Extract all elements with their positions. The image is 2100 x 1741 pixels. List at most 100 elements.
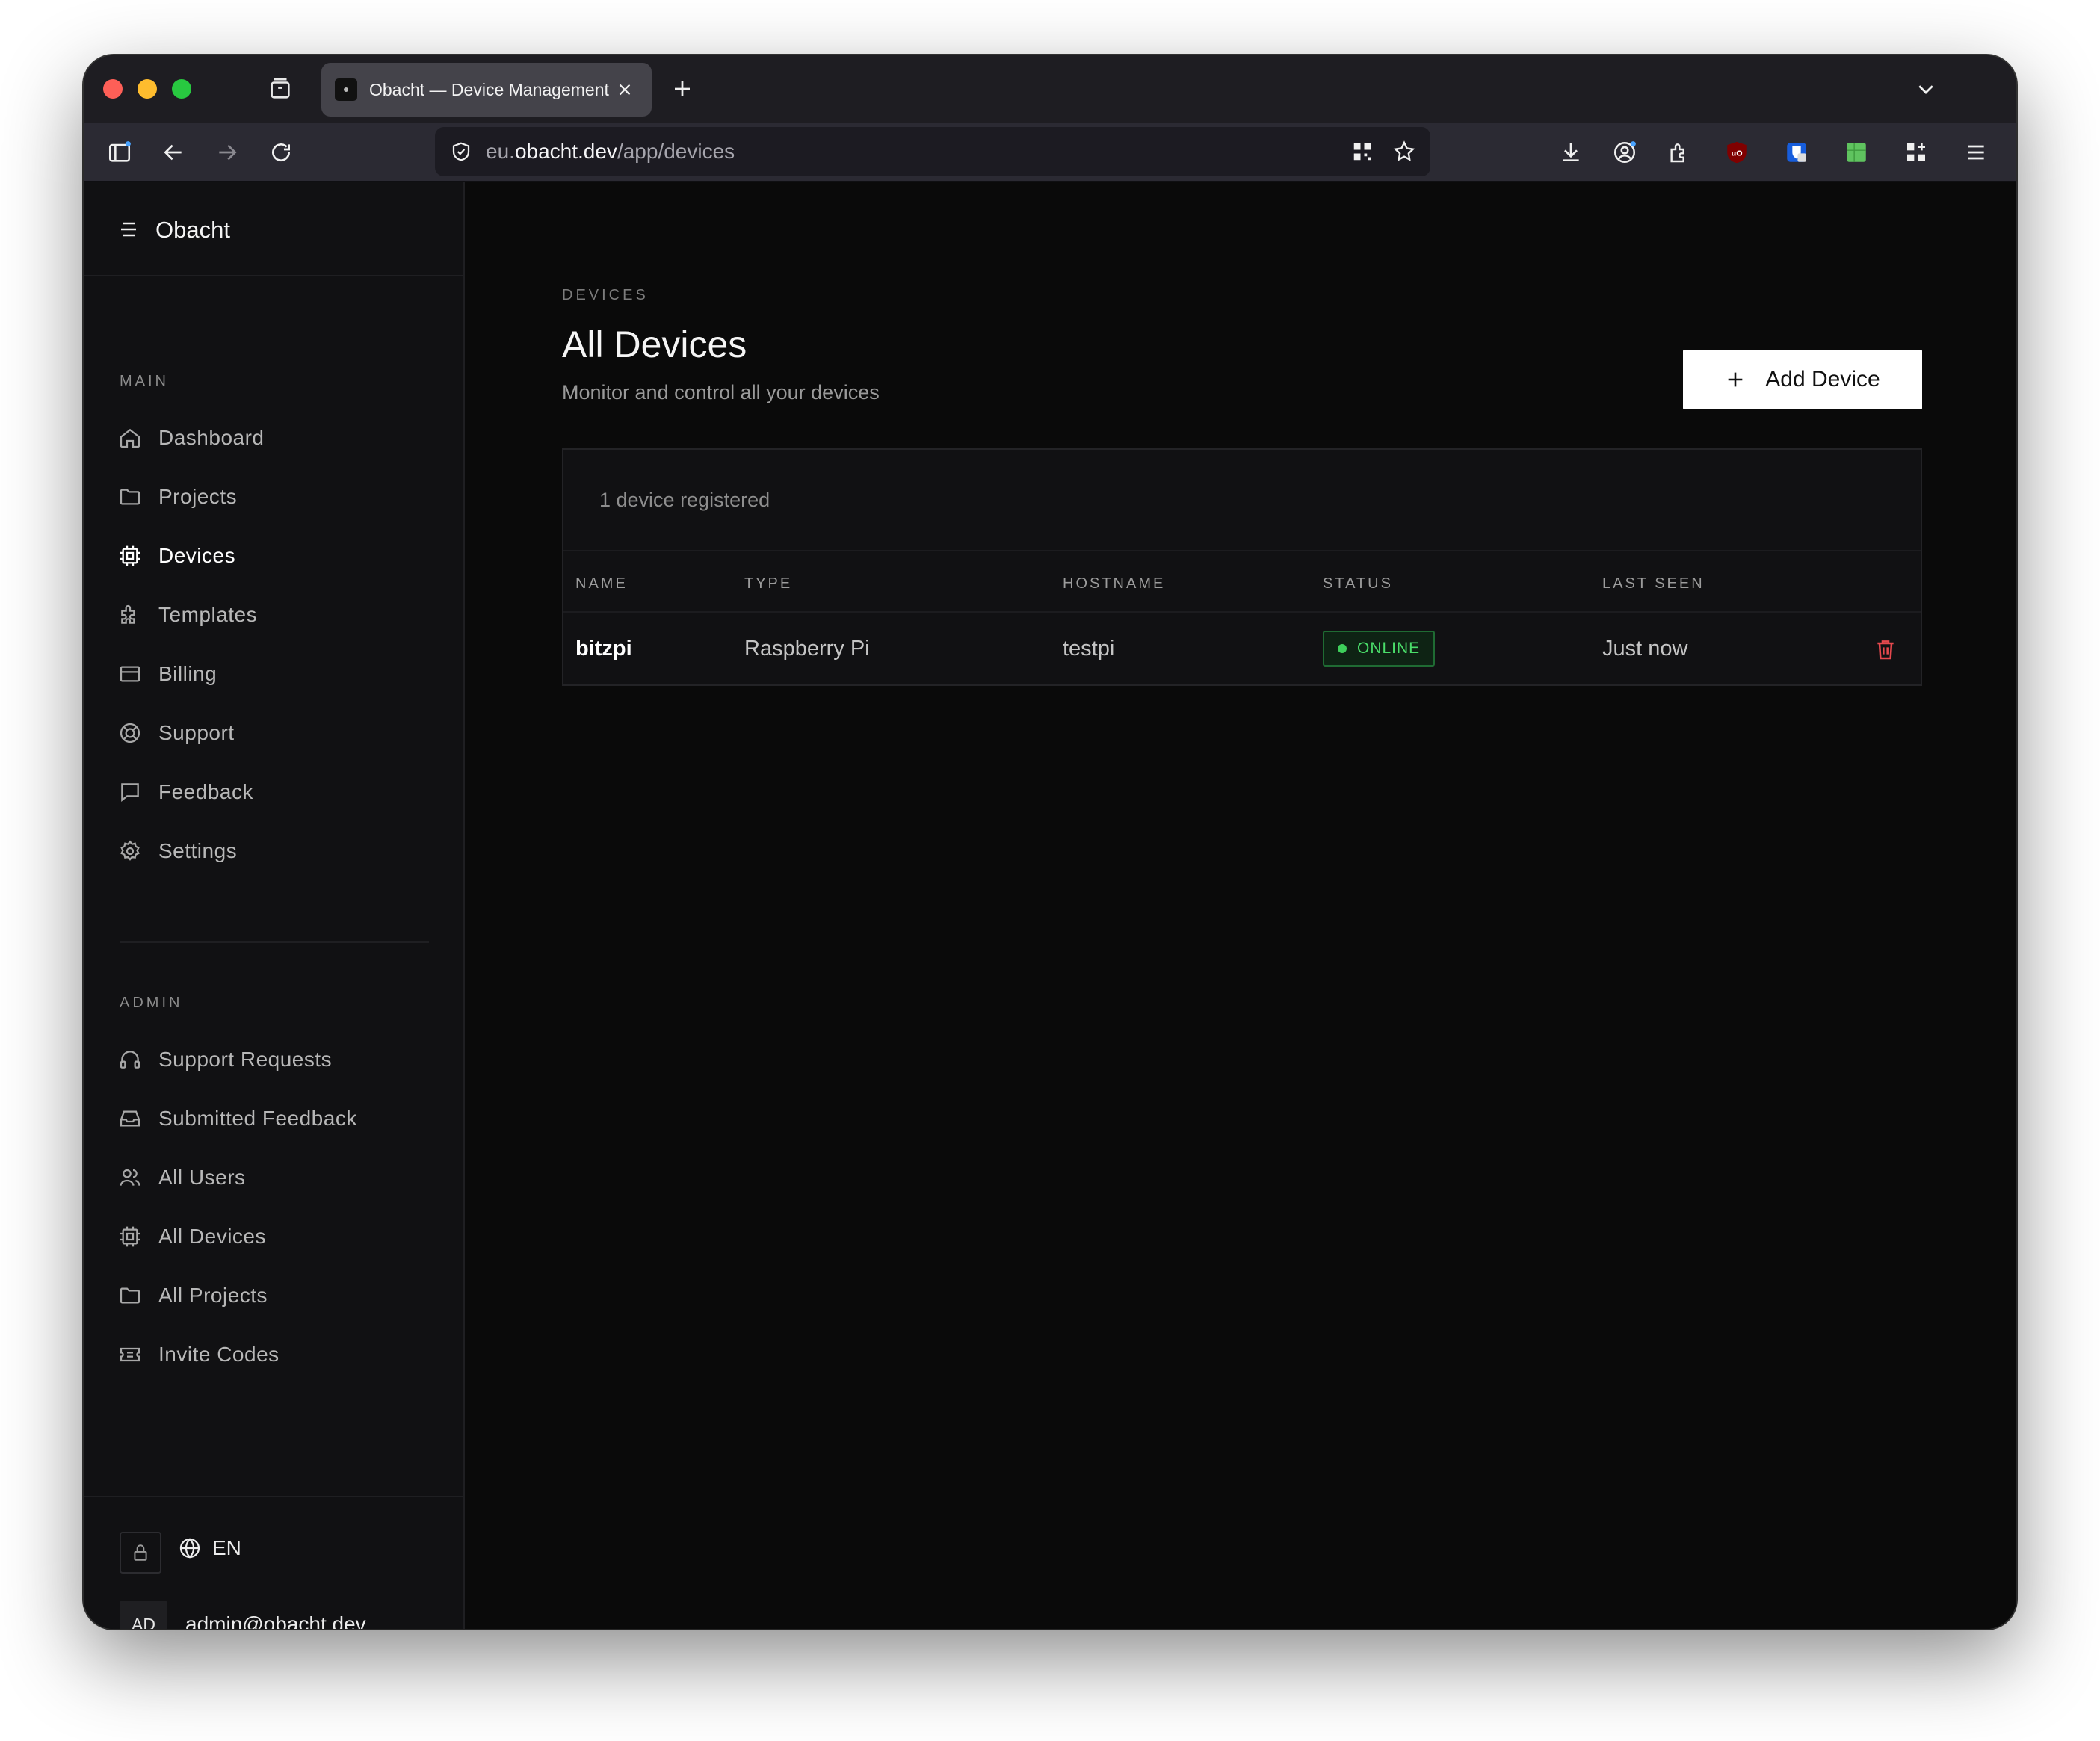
globe-icon — [179, 1538, 200, 1559]
credit-card-icon — [117, 661, 143, 687]
sidebar-item-label: All Projects — [158, 1284, 268, 1307]
sidebar-item-label: Dashboard — [158, 426, 265, 449]
status-dot-icon — [1338, 644, 1347, 653]
chip-icon — [117, 542, 143, 569]
close-tab-icon[interactable] — [611, 76, 638, 103]
close-window-button[interactable] — [103, 79, 123, 99]
sidebar-item-support-requests[interactable]: Support Requests — [117, 1036, 430, 1083]
sidebar-item-dashboard[interactable]: Dashboard — [117, 414, 430, 462]
column-header-status[interactable]: STATUS — [1323, 575, 1393, 593]
table-header: NAME TYPE HOSTNAME STATUS LAST SEEN — [563, 551, 1921, 613]
language-label: EN — [212, 1536, 241, 1559]
brand[interactable]: Obacht — [84, 182, 463, 276]
tab-strip: Obacht — Device Management — [84, 55, 2016, 123]
sidebar-item-feedback[interactable]: Feedback — [117, 768, 430, 816]
section-label-main: MAIN — [120, 373, 169, 389]
sidebar-item-all-devices[interactable]: All Devices — [117, 1213, 430, 1261]
column-header-name[interactable]: NAME — [575, 575, 628, 593]
page-title: All Devices — [562, 324, 747, 365]
lock-icon — [134, 1544, 147, 1561]
device-hostname: testpi — [1063, 637, 1115, 661]
column-header-hostname[interactable]: HOSTNAME — [1063, 575, 1165, 593]
sidebar-item-all-users[interactable]: All Users — [117, 1154, 430, 1202]
favicon-icon — [335, 78, 357, 101]
forward-arrow-icon[interactable] — [209, 134, 245, 170]
lifebuoy-icon — [117, 720, 143, 746]
sidebar-item-projects[interactable]: Projects — [117, 473, 430, 521]
column-header-type[interactable]: TYPE — [744, 575, 792, 593]
ticket-icon — [117, 1341, 143, 1368]
apps-grid-icon[interactable] — [1898, 134, 1934, 170]
new-tab-icon[interactable] — [665, 72, 700, 106]
extensions-puzzle-icon[interactable] — [1661, 134, 1696, 170]
qr-code-icon[interactable] — [1348, 137, 1377, 166]
delete-device-button[interactable] — [1868, 632, 1903, 667]
status-label: ONLINE — [1357, 640, 1421, 657]
add-device-button[interactable]: Add Device — [1683, 350, 1922, 409]
sidebar-item-invite-codes[interactable]: Invite Codes — [117, 1331, 430, 1379]
brand-name: Obacht — [155, 217, 230, 243]
sidebar-item-label: Support Requests — [158, 1048, 333, 1071]
reload-icon[interactable] — [263, 134, 299, 170]
tracking-shield-icon[interactable] — [447, 137, 475, 166]
active-tab[interactable]: Obacht — Device Management — [321, 63, 652, 117]
back-arrow-icon[interactable] — [155, 134, 191, 170]
sidebar: Obacht MAIN Dashboard Projects Devices T… — [84, 182, 465, 1629]
sidebar-item-label: Projects — [158, 485, 238, 508]
device-type: Raspberry Pi — [744, 637, 870, 661]
language-switcher[interactable]: EN — [178, 1536, 241, 1560]
user-email[interactable]: admin@obacht.dev — [185, 1612, 366, 1629]
sidebar-item-label: Templates — [158, 603, 258, 626]
sidebar-item-submitted-feedback[interactable]: Submitted Feedback — [117, 1095, 430, 1142]
message-icon — [117, 779, 143, 805]
minimize-window-button[interactable] — [138, 79, 157, 99]
headset-icon — [117, 1046, 143, 1073]
column-header-last-seen[interactable]: LAST SEEN — [1602, 575, 1705, 593]
home-icon — [117, 424, 143, 451]
url-text: eu.obacht.dev/app/devices — [486, 140, 735, 163]
gear-icon — [117, 838, 143, 865]
sidebar-item-devices[interactable]: Devices — [117, 532, 430, 580]
ublock-extension-icon[interactable]: uO — [1719, 134, 1755, 170]
list-tabs-chevron-down-icon[interactable] — [1909, 72, 1943, 106]
page-subtitle: Monitor and control all your devices — [562, 381, 880, 403]
sidebar-item-settings[interactable]: Settings — [117, 827, 430, 875]
sidebar-item-label: Devices — [158, 544, 236, 567]
sidebar-divider — [120, 941, 429, 943]
sidebar-item-support[interactable]: Support — [117, 709, 430, 757]
tab-overview-icon[interactable] — [263, 72, 297, 106]
address-bar[interactable]: eu.obacht.dev/app/devices — [435, 127, 1430, 176]
plus-icon — [1728, 372, 1743, 387]
bookmark-star-icon[interactable] — [1390, 137, 1418, 166]
svg-text:uO: uO — [1731, 149, 1742, 158]
brand-menu-icon — [121, 222, 136, 237]
downloads-icon[interactable] — [1553, 134, 1589, 170]
app-menu-hamburger-icon[interactable] — [1958, 134, 1994, 170]
sidebar-item-label: Billing — [158, 662, 217, 685]
device-name[interactable]: bitzpi — [575, 637, 632, 661]
table-row[interactable]: bitzpi Raspberry Pi testpi ONLINE Just n… — [563, 613, 1921, 686]
green-extension-icon[interactable] — [1838, 134, 1874, 170]
avatar[interactable]: AD — [120, 1601, 167, 1629]
sidebar-toggle-icon[interactable] — [102, 134, 138, 170]
add-device-label: Add Device — [1765, 367, 1880, 392]
users-icon — [117, 1164, 143, 1191]
tab-title: Obacht — Device Management — [369, 79, 609, 99]
account-icon[interactable] — [1607, 134, 1643, 170]
status-badge: ONLINE — [1323, 631, 1436, 667]
sidebar-item-label: Feedback — [158, 780, 253, 803]
sidebar-item-label: Settings — [158, 839, 238, 862]
sidebar-item-billing[interactable]: Billing — [117, 650, 430, 698]
trash-icon — [1877, 640, 1894, 660]
table-card-header: 1 device registered — [563, 450, 1921, 551]
sidebar-item-templates[interactable]: Templates — [117, 591, 430, 639]
device-count: 1 device registered — [599, 489, 770, 511]
sidebar-item-all-projects[interactable]: All Projects — [117, 1272, 430, 1320]
lock-button[interactable] — [120, 1532, 161, 1574]
chip-icon — [117, 1223, 143, 1250]
main-content: DEVICES All Devices Monitor and control … — [465, 182, 2016, 1629]
bitwarden-extension-icon[interactable] — [1779, 134, 1815, 170]
zoom-window-button[interactable] — [172, 79, 191, 99]
sidebar-item-label: Submitted Feedback — [158, 1107, 357, 1130]
inbox-icon — [117, 1105, 143, 1132]
